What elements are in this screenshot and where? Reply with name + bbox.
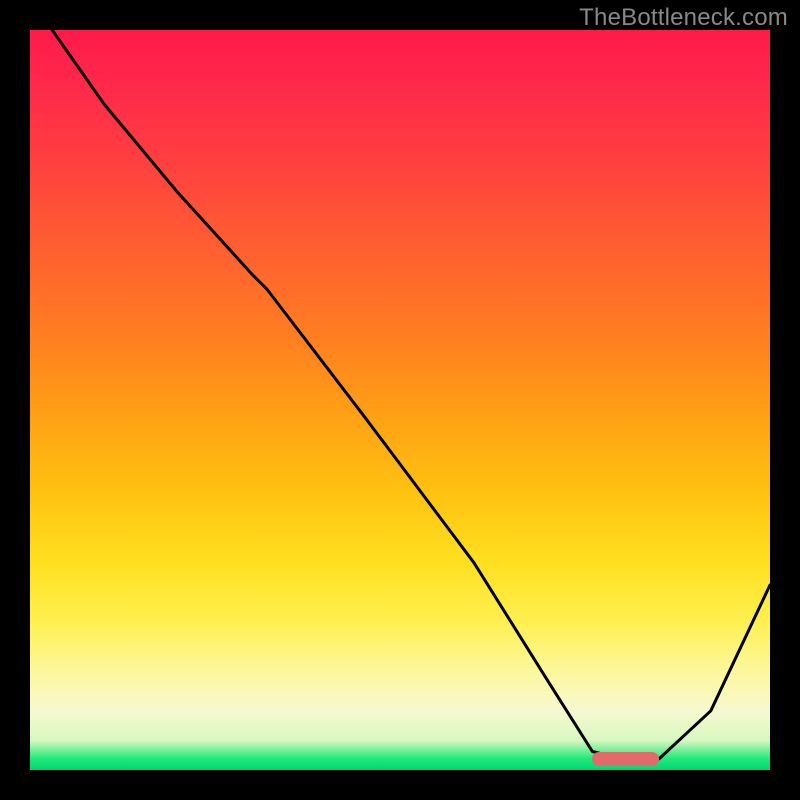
watermark-text: TheBottleneck.com	[579, 4, 788, 32]
chart-plot-area	[30, 30, 770, 770]
bottleneck-curve	[30, 30, 770, 770]
optimal-range-marker	[592, 752, 659, 766]
